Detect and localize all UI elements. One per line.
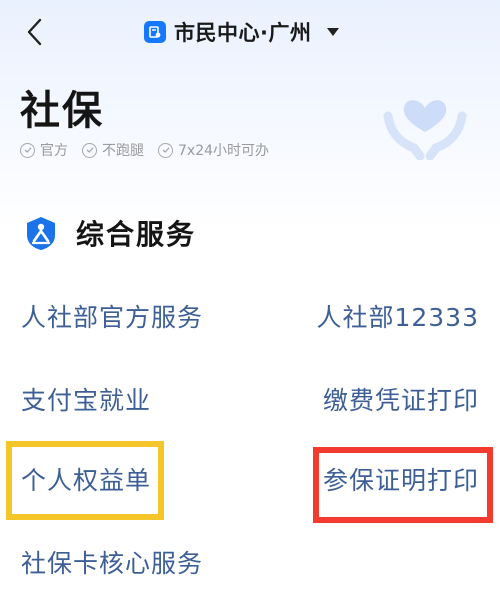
tag-24h: 7x24小时可办 [158,140,269,160]
section-header: 综合服务 [22,213,196,253]
check-circle-icon [82,142,97,158]
social-security-logo-icon [22,214,60,252]
city-selector[interactable]: 市民中心·广州 [144,16,340,48]
highlight-box-red [313,447,493,523]
service-mohrss-official[interactable]: 人社部官方服务 [21,302,203,334]
service-alipay-employment[interactable]: 支付宝就业 [21,385,151,417]
service-mohrss-12333[interactable]: 人社部12333 [316,302,479,334]
id-card-icon [144,21,166,43]
section-title: 综合服务 [76,218,197,251]
tag-official: 官方 [20,140,68,160]
service-payment-receipt-print[interactable]: 缴费凭证打印 [323,385,479,417]
check-circle-icon [20,142,35,158]
back-button[interactable] [20,16,48,48]
top-nav-bar: 市民中心·广州 [0,0,500,66]
city-name[interactable]: 市民中心·广州 [174,17,311,47]
tag-no-errands: 不跑腿 [82,140,144,160]
chevron-left-icon [27,18,42,46]
tag-label: 不跑腿 [102,143,144,159]
tag-label: 官方 [40,143,68,159]
service-social-security-card[interactable]: 社保卡核心服务 [21,548,203,580]
hands-heart-icon [383,100,467,160]
check-circle-icon [158,142,173,158]
caret-down-icon[interactable] [327,28,340,36]
tag-label: 7x24小时可办 [178,143,270,159]
highlight-box-yellow [6,441,164,520]
feature-tags: 官方 不跑腿 7x24小时可办 [20,140,269,160]
page-title: 社保 [20,88,104,134]
